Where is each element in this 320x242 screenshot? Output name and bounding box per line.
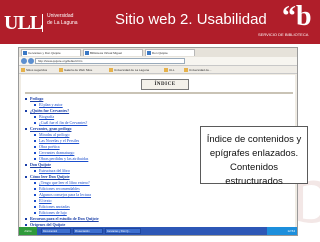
annotation-line-1: Índice de contenidos y [206,134,302,145]
bullet-icon [34,170,36,172]
logo-university-line-2: de La Laguna [47,20,78,26]
library-logo-mark: “b [282,1,312,32]
logo-university-line-1: Universidad [47,13,74,19]
taskbar-item[interactable]: Cervantes y Don Q... [105,228,141,234]
annotation-line-2: epígrafes enlazados. [209,148,299,159]
toc-label: Biografía [39,114,55,119]
bookmark-item[interactable]: Sitios sugeridos [21,67,47,73]
toc-label: El texto [39,198,52,203]
toc-label: Prólogo [30,96,44,101]
toc-label: Obras perdidas y las atribuidas [39,156,89,161]
ie-page-icon [147,51,151,55]
toc-label: Recursos para el estudio de Don Quijote [30,216,99,221]
bullet-icon [25,128,27,130]
index-header: ÍNDICE [141,79,189,90]
star-icon [59,68,63,72]
bullet-icon [25,224,27,226]
bullet-icon [25,98,27,100]
annotation-text: Índice de contenidos y epígrafes enlazad… [201,133,307,189]
bullet-icon [34,182,36,184]
toc-label: El plan y autor [39,102,63,107]
bullet-icon [34,200,36,202]
bookmark-item[interactable]: Universidad de... [184,67,212,73]
tab-label: Don Quijote [152,51,168,55]
bullet-icon [34,194,36,196]
tab-label: Cervantes y Don Quijote [28,51,61,55]
tab-label: Biblioteca Virtual Miguel [90,51,122,55]
bullet-icon [34,212,36,214]
toc-label: Estructura del libro [39,168,70,173]
bullet-icon [34,134,36,136]
star-icon [184,68,188,72]
bookmark-item[interactable]: Universidad de La Laguna [109,67,149,73]
logo-separator [42,14,43,32]
bullet-icon [34,206,36,208]
logo-ull-text: ULL [4,12,43,34]
slide-title: Sitio web 2. Usabilidad [115,11,267,28]
annotation-note: Índice de contenidos y epígrafes enlazad… [200,126,308,187]
bullet-icon [34,188,36,190]
star-icon [164,68,168,72]
forward-icon[interactable] [28,58,34,64]
toc-label: ¿Tengo que leer el libro entero? [39,180,90,185]
logo-university-name: Universidad de La Laguna [47,13,78,27]
toc-label: ¿Cuál fue el fin de Cervantes? [39,120,88,125]
toc-label: Don Quijote [30,162,51,167]
annotation-line-3: Contenidos estructurados [225,162,283,187]
library-logo-text: SERVICIO DE BIBLIOTECA [258,32,309,37]
bullet-icon [25,218,27,220]
star-icon [109,68,113,72]
toc-label: Cómo leer Don Quijote [30,174,70,179]
bullet-icon [34,146,36,148]
toc-label: Ediciones de lujo [39,210,67,215]
bullet-icon [25,176,27,178]
page-divider [25,92,293,94]
bookmark-label: ULL [169,68,175,72]
bullet-icon [25,110,27,112]
star-icon [21,68,25,72]
slide-header: ULL Universidad de La Laguna Sitio web 2… [0,0,320,44]
bullet-icon [25,164,27,166]
bookmark-label: Universidad de La Laguna [114,68,150,72]
tab-bar: Cervantes y Don Quijote Biblioteca Virtu… [19,48,297,57]
toc-label: Miradas al prólogo [39,132,70,137]
toc-label: Ediciones anotadas [39,204,70,209]
university-logo: ULL Universidad de La Laguna [4,11,100,35]
bullet-icon [34,104,36,106]
start-button[interactable]: Inicio [19,227,37,235]
toc-label: Obra poética [39,144,60,149]
url-input[interactable]: http://www.quijote.org/default.htm [35,58,185,64]
toc-label: Cervantes, gran prólogo [30,126,72,131]
bullet-icon [34,116,36,118]
tab-cervantes[interactable]: Cervantes y Don Quijote [21,49,81,56]
toc-label: Cervantes dramaturgo [39,150,75,155]
toc-label: Ediciones recomendables [39,186,80,191]
index-title: ÍNDICE [154,82,176,87]
bookmark-item[interactable]: ULL [164,67,175,73]
bullet-icon [34,122,36,124]
toc-label: ¿Quién fue Cervantes? [30,108,70,113]
windows-taskbar: Inicio Documento1 Presentación Cervantes… [19,227,297,235]
toc-label: Las Novelas y el Persiles [39,138,80,143]
tab-don-quijote[interactable]: Don Quijote [145,49,195,56]
ie-page-icon [85,51,89,55]
favorites-bar: Sitios sugeridos Galería de Web Slice Un… [19,66,297,74]
taskbar-item[interactable]: Presentación [73,228,103,234]
bullet-icon [34,140,36,142]
system-clock: 12:54 [267,227,297,235]
table-of-contents: Prólogo El plan y autor ¿Quién fue Cervant… [25,96,155,227]
bookmark-item[interactable]: Galería de Web Slice [59,67,92,73]
bookmark-label: Sitios sugeridos [26,68,48,72]
bullet-icon [34,158,36,160]
ie-page-icon [23,51,27,55]
bookmark-label: Universidad de... [189,68,212,72]
address-bar: http://www.quijote.org/default.htm [19,57,297,66]
taskbar-item[interactable]: Documento1 [41,228,71,234]
toc-label: Algunos consejos para la lectura [39,192,91,197]
bullet-icon [34,152,36,154]
back-icon[interactable] [21,58,27,64]
bookmark-label: Galería de Web Slice [64,68,93,72]
tab-biblioteca[interactable]: Biblioteca Virtual Miguel [83,49,143,56]
